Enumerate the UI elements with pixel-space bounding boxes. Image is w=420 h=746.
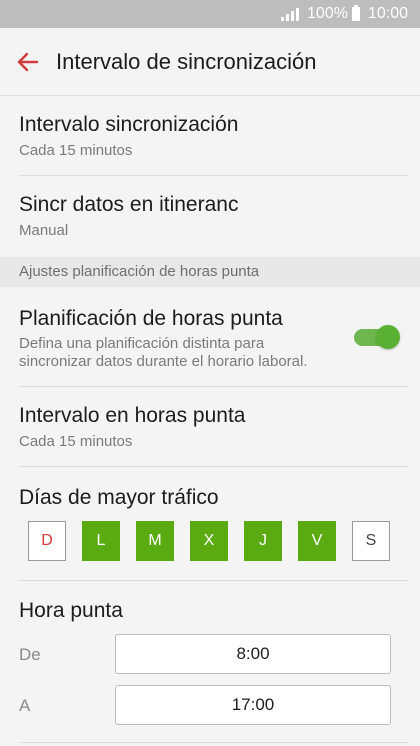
peak-schedule-description-line2: sincronizar datos durante el horario lab… — [19, 353, 308, 370]
day-button-saturday[interactable]: S — [352, 521, 390, 561]
day-button-wednesday[interactable]: X — [190, 521, 228, 561]
peak-interval-title: Intervalo en horas punta — [19, 404, 246, 427]
page-title: Intervalo de sincronización — [56, 48, 317, 74]
peak-schedule-title: Planificación de horas punta — [19, 307, 283, 330]
app-bar: Intervalo de sincronización — [0, 28, 420, 96]
divider — [19, 175, 408, 176]
sync-interval-item[interactable]: Intervalo sincronización Cada 15 minutos — [0, 112, 420, 160]
battery-percentage: 100% — [307, 5, 348, 22]
toggle-thumb — [376, 325, 400, 349]
back-arrow-icon — [17, 52, 39, 71]
peak-interval-item[interactable]: Intervalo en horas punta Cada 15 minutos — [0, 403, 420, 451]
roaming-sync-item[interactable]: Sincr datos en itineranc Manual — [0, 192, 420, 240]
day-button-sunday[interactable]: D — [28, 521, 66, 561]
peak-interval-value: Cada 15 minutos — [19, 433, 133, 450]
sync-interval-value: Cada 15 minutos — [19, 142, 133, 159]
peak-hours-title: Hora punta — [19, 599, 123, 622]
to-time-field[interactable]: 17:00 — [115, 685, 391, 725]
battery-icon — [351, 5, 360, 21]
divider — [19, 742, 408, 743]
clock: 10:00 — [367, 5, 408, 22]
day-button-monday[interactable]: L — [82, 521, 120, 561]
from-time-field[interactable]: 8:00 — [115, 634, 391, 674]
back-button[interactable] — [0, 28, 56, 96]
peak-days-title: Días de mayor tráfico — [19, 486, 219, 509]
divider — [19, 466, 408, 467]
peak-schedule-description-line1: Defina una planificación distinta para — [19, 335, 265, 352]
sync-interval-title: Intervalo sincronización — [19, 113, 239, 136]
peak-schedule-toggle[interactable] — [354, 325, 400, 349]
day-button-friday[interactable]: V — [298, 521, 336, 561]
day-selector: D L M X J V S — [28, 521, 406, 561]
peak-hours-section: Hora punta — [0, 598, 420, 624]
divider — [19, 580, 408, 581]
status-bar: 100% 10:00 — [0, 0, 420, 28]
roaming-sync-value: Manual — [19, 222, 69, 239]
peak-days-section: Días de mayor tráfico — [0, 485, 420, 511]
from-label: De — [19, 645, 41, 664]
divider — [19, 386, 408, 387]
section-header: Ajustes planificación de horas punta — [0, 257, 420, 287]
to-label: A — [19, 696, 31, 715]
day-button-thursday[interactable]: J — [244, 521, 282, 561]
day-button-tuesday[interactable]: M — [136, 521, 174, 561]
signal-icon — [281, 7, 301, 21]
roaming-sync-title: Sincr datos en itineranc — [19, 193, 239, 216]
